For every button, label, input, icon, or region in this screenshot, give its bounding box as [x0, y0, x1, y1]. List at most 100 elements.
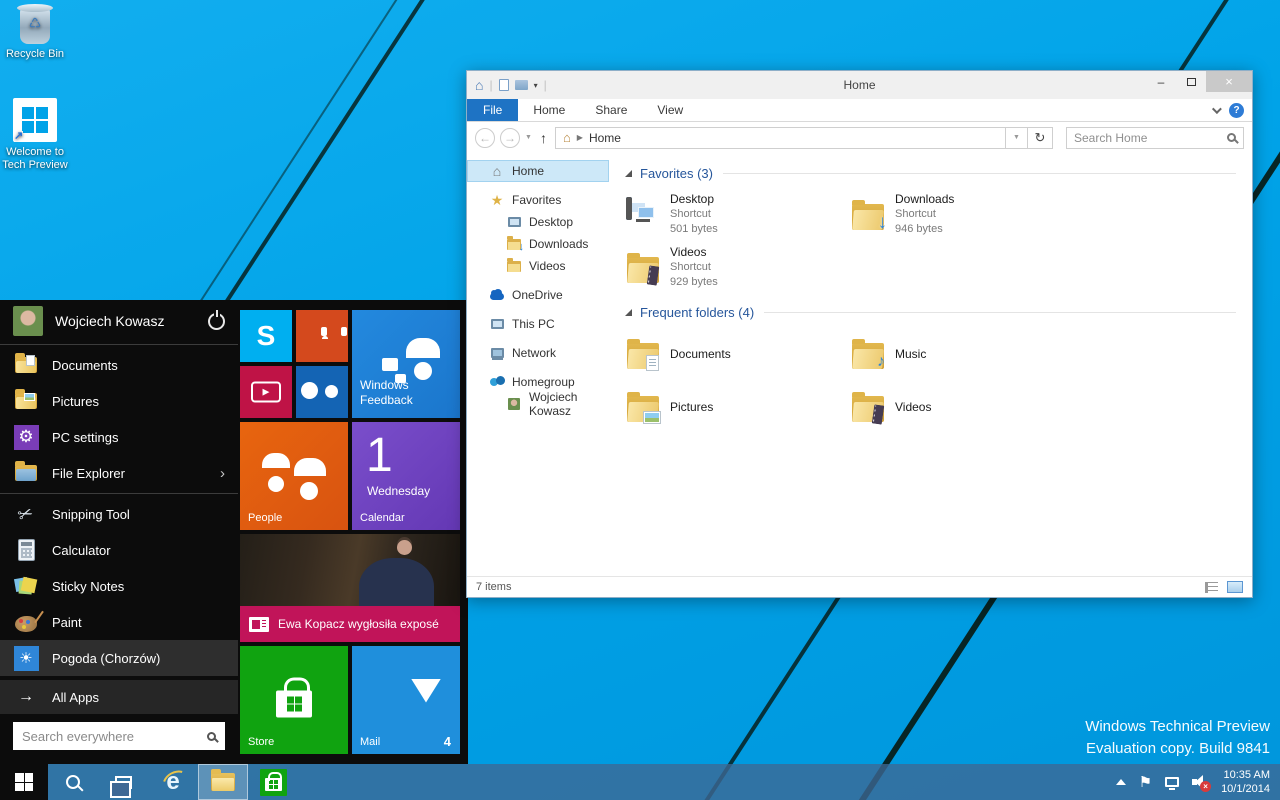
tile-store[interactable]: Store: [240, 646, 348, 754]
start-item-paint[interactable]: Paint: [0, 604, 238, 640]
tile-music[interactable]: [296, 310, 348, 362]
folder-item-music[interactable]: ♪ Music: [850, 329, 1075, 379]
calendar-date-number: 1: [366, 430, 393, 482]
nav-item-home[interactable]: ⌂ Home: [467, 160, 609, 182]
tile-windows-feedback[interactable]: Windows Feedback: [352, 310, 460, 418]
all-apps-button[interactable]: → All Apps: [0, 680, 238, 714]
nav-item-this-pc[interactable]: This PC: [467, 313, 609, 335]
tab-view[interactable]: View: [642, 99, 698, 121]
start-item-pictures[interactable]: Pictures: [0, 383, 238, 419]
group-header-favorites[interactable]: Favorites (3): [625, 166, 1236, 181]
folder-icon: [211, 773, 235, 791]
news-photo: [240, 534, 460, 606]
tile-calendar[interactable]: 1 Wednesday Calendar: [352, 422, 460, 530]
start-item-pc-settings[interactable]: ⚙ PC settings: [0, 419, 238, 455]
close-button[interactable]: ×: [1206, 71, 1252, 92]
taskbar-store[interactable]: [248, 764, 298, 800]
task-view-button[interactable]: [98, 764, 148, 800]
taskbar-file-explorer[interactable]: [198, 764, 248, 800]
taskbar: e ⚑ × 10:35 AM 10/1/2014: [0, 764, 1280, 800]
start-user-header: Wojciech Kowasz: [0, 300, 238, 342]
taskbar-internet-explorer[interactable]: e: [148, 764, 198, 800]
start-item-sticky-notes[interactable]: Sticky Notes: [0, 568, 238, 604]
nav-item-favorites[interactable]: ★ Favorites: [467, 189, 609, 211]
nav-item-desktop[interactable]: Desktop: [467, 211, 609, 233]
new-folder-icon[interactable]: [515, 80, 528, 90]
qat-customize-icon[interactable]: ▾: [534, 81, 538, 90]
properties-icon[interactable]: [499, 79, 509, 91]
maximize-button[interactable]: [1176, 71, 1206, 92]
tile-video[interactable]: ▶: [240, 366, 292, 418]
build-watermark: Windows Technical Preview Evaluation cop…: [1085, 716, 1270, 760]
tab-home[interactable]: Home: [518, 99, 580, 121]
explorer-search-box[interactable]: [1066, 127, 1244, 149]
tile-label: Store: [248, 736, 274, 748]
folder-item-pictures[interactable]: Pictures: [625, 382, 850, 432]
shortcut-arrow-icon: ↗: [14, 131, 23, 142]
taskbar-clock[interactable]: 10:35 AM 10/1/2014: [1221, 768, 1270, 796]
show-hidden-icons-icon[interactable]: [1116, 779, 1126, 785]
address-bar[interactable]: ⌂ ▶ Home: [555, 127, 1006, 149]
group-header-frequent-folders[interactable]: Frequent folders (4): [625, 305, 1236, 320]
back-button[interactable]: ←: [475, 128, 495, 148]
folder-item-documents[interactable]: Documents: [625, 329, 850, 379]
group-collapse-icon: [625, 170, 632, 177]
tile-mail[interactable]: Mail 4: [352, 646, 460, 754]
network-tray-icon[interactable]: [1165, 777, 1179, 787]
start-item-documents[interactable]: Documents: [0, 347, 238, 383]
nav-item-onedrive[interactable]: OneDrive: [467, 284, 609, 306]
file-item-videos[interactable]: Videos Shortcut 929 bytes: [625, 243, 850, 293]
folder-item-videos[interactable]: Videos: [850, 382, 1075, 432]
nav-item-user[interactable]: Wojciech Kowasz: [467, 393, 609, 415]
tile-label: Calendar: [360, 512, 405, 524]
refresh-icon[interactable]: ↻: [1028, 127, 1053, 149]
start-item-calculator[interactable]: Calculator: [0, 532, 238, 568]
nav-item-downloads[interactable]: ↓ Downloads: [467, 233, 609, 255]
breadcrumb[interactable]: Home: [589, 131, 621, 145]
user-avatar[interactable]: [13, 306, 43, 336]
tile-label: Windows Feedback: [360, 378, 430, 408]
start-search-input[interactable]: [22, 729, 207, 744]
tab-share[interactable]: Share: [580, 99, 642, 121]
volume-muted-icon[interactable]: ×: [1192, 775, 1208, 789]
tile-people[interactable]: People: [240, 422, 348, 530]
system-tray: ⚑ × 10:35 AM 10/1/2014: [1116, 768, 1280, 796]
start-search-box[interactable]: [13, 722, 225, 750]
navigation-bar: ← → ▼ ↑ ⌂ ▶ Home ▼ ↻: [467, 122, 1252, 153]
downloads-folder-icon: ↓: [850, 190, 886, 240]
forward-button[interactable]: →: [500, 128, 520, 148]
file-item-desktop[interactable]: Desktop Shortcut 501 bytes: [625, 190, 850, 240]
start-button[interactable]: [0, 764, 48, 800]
file-item-downloads[interactable]: ↓ Downloads Shortcut 946 bytes: [850, 190, 1075, 240]
ribbon-collapse-icon[interactable]: [1212, 104, 1222, 114]
minimize-button[interactable]: –: [1146, 71, 1176, 92]
desktop-icon-welcome[interactable]: ↗ Welcome to Tech Preview: [2, 98, 68, 172]
explorer-search-input[interactable]: [1074, 131, 1227, 145]
address-dropdown-icon[interactable]: ▼: [1006, 127, 1028, 149]
title-bar[interactable]: ⌂ | ▾ | Home – ×: [467, 71, 1252, 99]
up-button[interactable]: ↑: [540, 130, 547, 146]
homegroup-icon: [489, 374, 505, 390]
nav-item-network[interactable]: Network: [467, 342, 609, 364]
tile-skype[interactable]: S: [240, 310, 292, 362]
thumbnail-view-icon[interactable]: [1227, 581, 1243, 593]
tile-news[interactable]: Ewa Kopacz wygłosiła exposé: [240, 534, 460, 642]
taskbar-search-button[interactable]: [48, 764, 98, 800]
documents-folder-icon: [625, 340, 661, 369]
power-icon[interactable]: [208, 313, 225, 330]
nav-item-videos[interactable]: Videos: [467, 255, 609, 277]
start-item-pogoda[interactable]: ☀ Pogoda (Chorzów): [0, 640, 238, 676]
tab-file[interactable]: File: [467, 99, 518, 121]
start-item-snipping-tool[interactable]: ✂ Snipping Tool: [0, 496, 238, 532]
weather-sun-icon: ☀: [13, 645, 39, 671]
pictures-folder-icon: [625, 393, 661, 422]
details-view-icon[interactable]: [1205, 582, 1218, 593]
user-name[interactable]: Wojciech Kowasz: [55, 313, 208, 329]
help-icon[interactable]: ?: [1229, 103, 1244, 118]
tile-onedrive[interactable]: [296, 366, 348, 418]
clock-date: 10/1/2014: [1221, 782, 1270, 796]
action-center-flag-icon[interactable]: ⚑: [1139, 775, 1152, 790]
start-item-file-explorer[interactable]: File Explorer ›: [0, 455, 238, 491]
recent-locations-icon[interactable]: ▼: [525, 134, 532, 141]
desktop-icon-recycle-bin[interactable]: ♺ Recycle Bin: [2, 8, 68, 61]
